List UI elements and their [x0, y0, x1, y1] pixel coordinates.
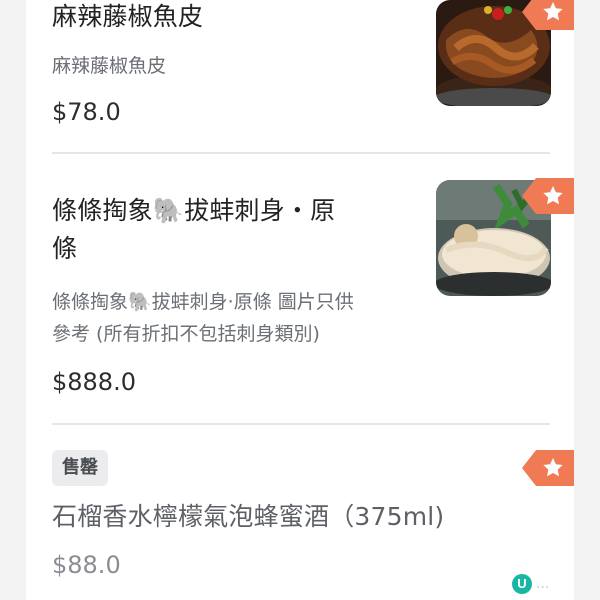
watermark-logo: U	[512, 574, 532, 594]
sold-out-badge: 售罄	[52, 450, 108, 486]
item-price: $88.0	[52, 551, 121, 579]
watermark-text: ...	[536, 576, 550, 592]
divider	[52, 152, 550, 154]
item-description-line-1: 條條掏象🐘拔蚌刺身·原條 圖片只供	[52, 291, 354, 313]
item-price: $78.0	[52, 98, 121, 126]
item-title: 石榴香水檸檬氣泡蜂蜜酒（375ml)	[52, 502, 445, 531]
item-description: 麻辣藤椒魚皮	[52, 55, 167, 77]
star-icon	[543, 186, 563, 205]
star-icon	[543, 2, 563, 21]
menu-screen: 麻辣藤椒魚皮 麻辣藤椒魚皮 $78.0 條條掏象🐘拔蚌刺身・原 條 條條掏象🐘拔…	[0, 0, 600, 600]
item-title: 麻辣藤椒魚皮	[52, 2, 204, 31]
item-title-line-1: 條條掏象🐘拔蚌刺身・原	[52, 196, 336, 225]
star-icon	[543, 458, 563, 477]
item-description-line-2: 參考 (所有折扣不包括刺身類別)	[52, 323, 320, 345]
item-price: $888.0	[52, 368, 136, 396]
item-title-line-2: 條	[52, 234, 78, 263]
divider	[52, 423, 550, 425]
